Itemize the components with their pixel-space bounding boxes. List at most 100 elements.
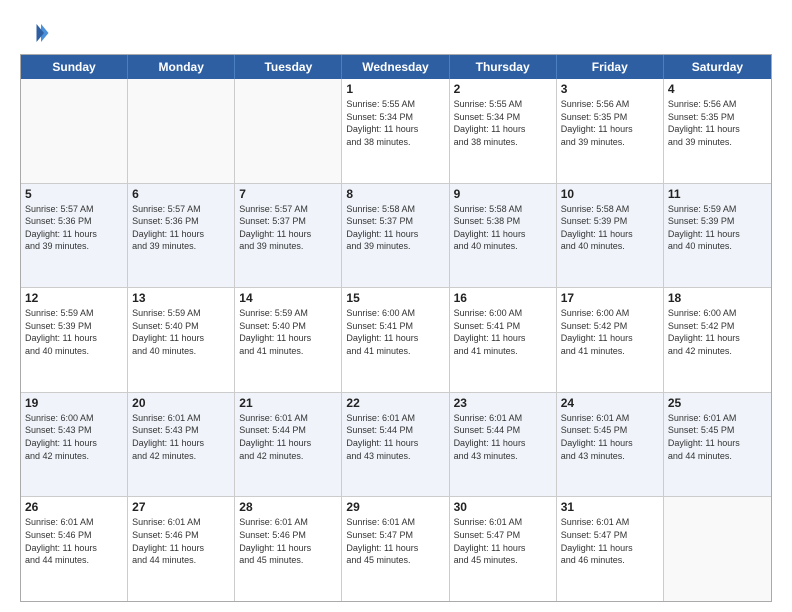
day-info: Sunrise: 5:59 AM Sunset: 5:39 PM Dayligh…: [668, 203, 767, 253]
day-info: Sunrise: 5:57 AM Sunset: 5:36 PM Dayligh…: [132, 203, 230, 253]
day-info: Sunrise: 6:01 AM Sunset: 5:47 PM Dayligh…: [561, 516, 659, 566]
cal-cell-33: 31Sunrise: 6:01 AM Sunset: 5:47 PM Dayli…: [557, 497, 664, 601]
cal-cell-27: 25 Sunrise: 6:01 AM Sunset: 5:45 PM Dayli…: [664, 393, 771, 497]
day-number: 23: [454, 396, 552, 410]
header-day-thursday: Thursday: [450, 55, 557, 79]
day-number: 20: [132, 396, 230, 410]
cal-cell-22: 20 Sunrise: 6:01 AM Sunset: 5:43 PM Dayli…: [128, 393, 235, 497]
cal-cell-1: [128, 79, 235, 183]
day-info: Sunrise: 6:00 AM Sunset: 5:42 PM Dayligh…: [668, 307, 767, 357]
day-number: 11: [668, 187, 767, 201]
week-row-4: 19 Sunrise: 6:00 AM Sunset: 5:43 PM Dayli…: [21, 393, 771, 498]
cal-cell-25: 23 Sunrise: 6:01 AM Sunset: 5:44 PM Dayli…: [450, 393, 557, 497]
page: SundayMondayTuesdayWednesdayThursdayFrid…: [0, 0, 792, 612]
header-day-tuesday: Tuesday: [235, 55, 342, 79]
day-number: 12: [25, 291, 123, 305]
header-day-saturday: Saturday: [664, 55, 771, 79]
day-number: 1: [346, 82, 444, 96]
day-info: Sunrise: 6:00 AM Sunset: 5:43 PM Dayligh…: [25, 412, 123, 462]
day-number: 19: [25, 396, 123, 410]
cal-cell-19: 17 Sunrise: 6:00 AM Sunset: 5:42 PM Dayli…: [557, 288, 664, 392]
day-info: Sunrise: 6:01 AM Sunset: 5:47 PM Dayligh…: [346, 516, 444, 566]
day-info: Sunrise: 6:01 AM Sunset: 5:44 PM Dayligh…: [454, 412, 552, 462]
day-info: Sunrise: 5:59 AM Sunset: 5:40 PM Dayligh…: [132, 307, 230, 357]
day-info: Sunrise: 6:01 AM Sunset: 5:46 PM Dayligh…: [25, 516, 123, 566]
day-info: Sunrise: 5:58 AM Sunset: 5:39 PM Dayligh…: [561, 203, 659, 253]
day-info: Sunrise: 5:55 AM Sunset: 5:34 PM Dayligh…: [346, 98, 444, 148]
day-number: 15: [346, 291, 444, 305]
day-info: Sunrise: 5:56 AM Sunset: 5:35 PM Dayligh…: [561, 98, 659, 148]
cal-cell-14: 12Sunrise: 5:59 AM Sunset: 5:39 PM Dayli…: [21, 288, 128, 392]
cal-cell-26: 24 Sunrise: 6:01 AM Sunset: 5:45 PM Dayli…: [557, 393, 664, 497]
cal-cell-12: 10 Sunrise: 5:58 AM Sunset: 5:39 PM Dayli…: [557, 184, 664, 288]
day-number: 3: [561, 82, 659, 96]
logo-icon: [20, 18, 50, 48]
day-number: 4: [668, 82, 767, 96]
day-info: Sunrise: 6:01 AM Sunset: 5:45 PM Dayligh…: [561, 412, 659, 462]
cal-cell-13: 11 Sunrise: 5:59 AM Sunset: 5:39 PM Dayli…: [664, 184, 771, 288]
cal-cell-17: 15Sunrise: 6:00 AM Sunset: 5:41 PM Dayli…: [342, 288, 449, 392]
day-info: Sunrise: 6:01 AM Sunset: 5:44 PM Dayligh…: [239, 412, 337, 462]
day-number: 8: [346, 187, 444, 201]
day-number: 14: [239, 291, 337, 305]
cal-cell-11: 9 Sunrise: 5:58 AM Sunset: 5:38 PM Daylig…: [450, 184, 557, 288]
day-number: 21: [239, 396, 337, 410]
cal-cell-5: 3 Sunrise: 5:56 AM Sunset: 5:35 PM Daylig…: [557, 79, 664, 183]
day-number: 17: [561, 291, 659, 305]
cal-cell-9: 7 Sunrise: 5:57 AM Sunset: 5:37 PM Daylig…: [235, 184, 342, 288]
header-day-monday: Monday: [128, 55, 235, 79]
calendar-body: 1 Sunrise: 5:55 AM Sunset: 5:34 PM Daylig…: [21, 79, 771, 601]
day-number: 24: [561, 396, 659, 410]
cal-cell-10: 8 Sunrise: 5:58 AM Sunset: 5:37 PM Daylig…: [342, 184, 449, 288]
cal-cell-24: 22 Sunrise: 6:01 AM Sunset: 5:44 PM Dayli…: [342, 393, 449, 497]
day-info: Sunrise: 5:55 AM Sunset: 5:34 PM Dayligh…: [454, 98, 552, 148]
day-number: 29: [346, 500, 444, 514]
header-day-sunday: Sunday: [21, 55, 128, 79]
day-info: Sunrise: 6:01 AM Sunset: 5:44 PM Dayligh…: [346, 412, 444, 462]
cal-cell-20: 18Sunrise: 6:00 AM Sunset: 5:42 PM Dayli…: [664, 288, 771, 392]
day-number: 30: [454, 500, 552, 514]
day-info: Sunrise: 5:57 AM Sunset: 5:37 PM Dayligh…: [239, 203, 337, 253]
cal-cell-3: 1 Sunrise: 5:55 AM Sunset: 5:34 PM Daylig…: [342, 79, 449, 183]
cal-cell-30: 28Sunrise: 6:01 AM Sunset: 5:46 PM Dayli…: [235, 497, 342, 601]
week-row-3: 12Sunrise: 5:59 AM Sunset: 5:39 PM Dayli…: [21, 288, 771, 393]
day-number: 9: [454, 187, 552, 201]
day-info: Sunrise: 5:58 AM Sunset: 5:37 PM Dayligh…: [346, 203, 444, 253]
week-row-1: 1 Sunrise: 5:55 AM Sunset: 5:34 PM Daylig…: [21, 79, 771, 184]
cal-cell-32: 30Sunrise: 6:01 AM Sunset: 5:47 PM Dayli…: [450, 497, 557, 601]
cal-cell-8: 6 Sunrise: 5:57 AM Sunset: 5:36 PM Daylig…: [128, 184, 235, 288]
cal-cell-6: 4 Sunrise: 5:56 AM Sunset: 5:35 PM Daylig…: [664, 79, 771, 183]
day-info: Sunrise: 6:00 AM Sunset: 5:41 PM Dayligh…: [454, 307, 552, 357]
day-number: 26: [25, 500, 123, 514]
cal-cell-31: 29 Sunrise: 6:01 AM Sunset: 5:47 PM Dayli…: [342, 497, 449, 601]
day-info: Sunrise: 5:59 AM Sunset: 5:40 PM Dayligh…: [239, 307, 337, 357]
header-day-wednesday: Wednesday: [342, 55, 449, 79]
day-info: Sunrise: 6:01 AM Sunset: 5:46 PM Dayligh…: [132, 516, 230, 566]
cal-cell-29: 27 Sunrise: 6:01 AM Sunset: 5:46 PM Dayli…: [128, 497, 235, 601]
day-number: 27: [132, 500, 230, 514]
day-number: 7: [239, 187, 337, 201]
day-number: 5: [25, 187, 123, 201]
cal-cell-23: 21 Sunrise: 6:01 AM Sunset: 5:44 PM Dayli…: [235, 393, 342, 497]
logo: [20, 18, 54, 48]
day-number: 25: [668, 396, 767, 410]
calendar-header: SundayMondayTuesdayWednesdayThursdayFrid…: [21, 55, 771, 79]
day-number: 10: [561, 187, 659, 201]
day-number: 22: [346, 396, 444, 410]
cal-cell-16: 14 Sunrise: 5:59 AM Sunset: 5:40 PM Dayli…: [235, 288, 342, 392]
day-number: 6: [132, 187, 230, 201]
cal-cell-4: 2 Sunrise: 5:55 AM Sunset: 5:34 PM Daylig…: [450, 79, 557, 183]
day-number: 2: [454, 82, 552, 96]
day-info: Sunrise: 5:58 AM Sunset: 5:38 PM Dayligh…: [454, 203, 552, 253]
cal-cell-28: 26 Sunrise: 6:01 AM Sunset: 5:46 PM Dayli…: [21, 497, 128, 601]
header: [20, 18, 772, 48]
day-info: Sunrise: 6:01 AM Sunset: 5:45 PM Dayligh…: [668, 412, 767, 462]
cal-cell-2: [235, 79, 342, 183]
day-info: Sunrise: 6:01 AM Sunset: 5:43 PM Dayligh…: [132, 412, 230, 462]
day-info: Sunrise: 6:00 AM Sunset: 5:42 PM Dayligh…: [561, 307, 659, 357]
calendar-outer: SundayMondayTuesdayWednesdayThursdayFrid…: [20, 54, 772, 602]
day-number: 13: [132, 291, 230, 305]
day-number: 16: [454, 291, 552, 305]
day-info: Sunrise: 5:56 AM Sunset: 5:35 PM Dayligh…: [668, 98, 767, 148]
week-row-5: 26 Sunrise: 6:01 AM Sunset: 5:46 PM Dayli…: [21, 497, 771, 601]
